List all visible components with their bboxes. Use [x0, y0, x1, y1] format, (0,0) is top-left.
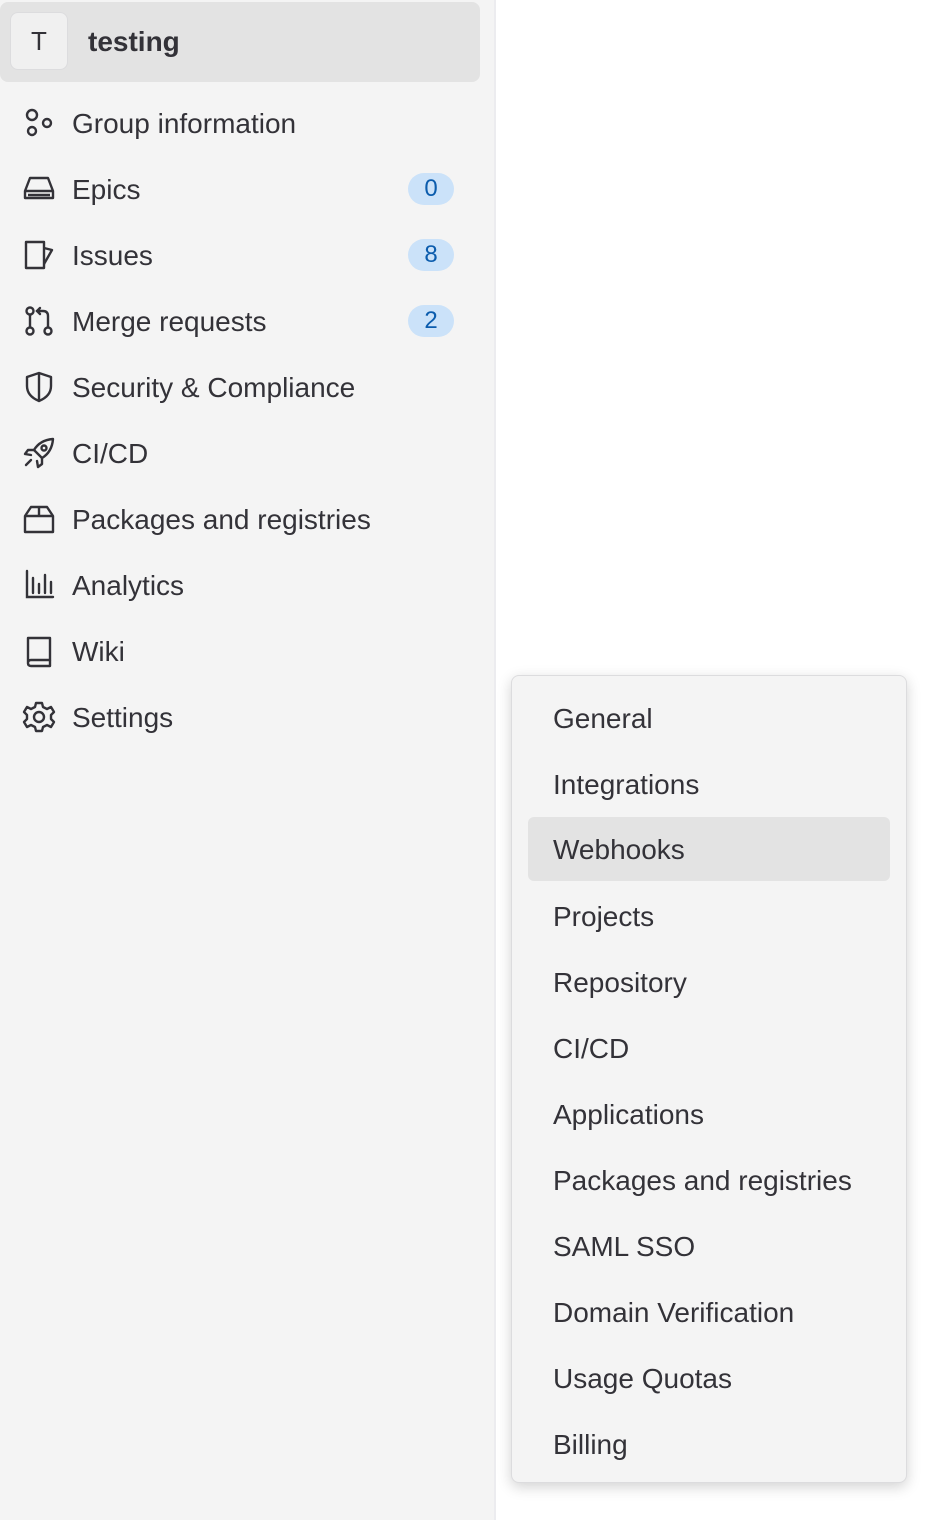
epic-icon	[22, 172, 56, 206]
flyout-item-integrations[interactable]: Integrations	[528, 752, 890, 816]
flyout-item-applications[interactable]: Applications	[528, 1082, 890, 1146]
package-icon	[22, 502, 56, 536]
flyout-item-label: Integrations	[553, 769, 700, 800]
sidebar-item-security-compliance[interactable]: Security & Compliance	[0, 357, 480, 417]
sidebar-item-issues[interactable]: Issues 8	[0, 225, 480, 285]
sidebar-item-merge-requests[interactable]: Merge requests 2	[0, 291, 480, 351]
sidebar-item-packages-registries[interactable]: Packages and registries	[0, 489, 480, 549]
chart-icon	[22, 568, 56, 602]
sidebar-item-label: Settings	[72, 702, 174, 733]
flyout-item-label: SAML SSO	[553, 1231, 696, 1262]
flyout-item-saml-sso[interactable]: SAML SSO	[528, 1214, 890, 1278]
sidebar-item-settings[interactable]: Settings	[0, 687, 480, 747]
sidebar-item-epics[interactable]: Epics 0	[0, 159, 480, 219]
flyout-item-label: Applications	[553, 1099, 704, 1130]
sidebar-item-cicd[interactable]: CI/CD	[0, 423, 480, 483]
sidebar-item-wiki[interactable]: Wiki	[0, 621, 480, 681]
sidebar: T testing Group information Epics 0 Issu…	[0, 0, 496, 1520]
sidebar-item-label: Analytics	[72, 570, 185, 601]
flyout-item-usage-quotas[interactable]: Usage Quotas	[528, 1346, 890, 1410]
flyout-item-label: Projects	[553, 901, 655, 932]
merge-requests-count-badge: 2	[408, 305, 454, 337]
sidebar-item-label: Issues	[72, 240, 153, 271]
settings-flyout-menu: General Integrations Webhooks Projects R…	[511, 675, 907, 1483]
flyout-item-label: Repository	[553, 967, 687, 998]
shield-icon	[22, 370, 56, 404]
issues-icon	[22, 238, 56, 272]
sidebar-item-label: Epics	[72, 174, 141, 205]
merge-request-icon	[22, 304, 56, 338]
epics-count-badge: 0	[408, 173, 454, 205]
flyout-item-cicd[interactable]: CI/CD	[528, 1016, 890, 1080]
flyout-item-general[interactable]: General	[528, 686, 890, 750]
flyout-item-repository[interactable]: Repository	[528, 950, 890, 1014]
book-icon	[22, 634, 56, 668]
flyout-item-label: General	[553, 703, 653, 734]
group-avatar: T	[10, 12, 68, 70]
flyout-item-label: Billing	[553, 1429, 628, 1460]
flyout-item-label: Domain Verification	[553, 1297, 795, 1328]
gear-icon	[22, 700, 56, 734]
flyout-item-label: Packages and registries	[553, 1165, 852, 1196]
group-header[interactable]: T testing	[0, 2, 480, 82]
sidebar-item-label: Group information	[72, 108, 297, 139]
sidebar-item-label: Security & Compliance	[72, 372, 356, 403]
flyout-item-webhooks[interactable]: Webhooks	[528, 817, 890, 881]
flyout-item-label: CI/CD	[553, 1033, 630, 1064]
flyout-item-label: Webhooks	[553, 834, 685, 865]
sidebar-item-label: CI/CD	[72, 438, 149, 469]
sidebar-item-group-information[interactable]: Group information	[0, 93, 480, 153]
sidebar-item-label: Packages and registries	[72, 504, 371, 535]
flyout-item-billing[interactable]: Billing	[528, 1412, 890, 1476]
issues-count-badge: 8	[408, 239, 454, 271]
sidebar-item-analytics[interactable]: Analytics	[0, 555, 480, 615]
sidebar-item-label: Wiki	[72, 636, 125, 667]
group-name: testing	[88, 26, 180, 57]
flyout-item-domain-verification[interactable]: Domain Verification	[528, 1280, 890, 1344]
sidebar-item-label: Merge requests	[72, 306, 267, 337]
flyout-item-packages-registries[interactable]: Packages and registries	[528, 1148, 890, 1212]
group-icon	[22, 106, 56, 140]
flyout-item-label: Usage Quotas	[553, 1363, 732, 1394]
rocket-icon	[22, 436, 56, 470]
flyout-item-projects[interactable]: Projects	[528, 884, 890, 948]
